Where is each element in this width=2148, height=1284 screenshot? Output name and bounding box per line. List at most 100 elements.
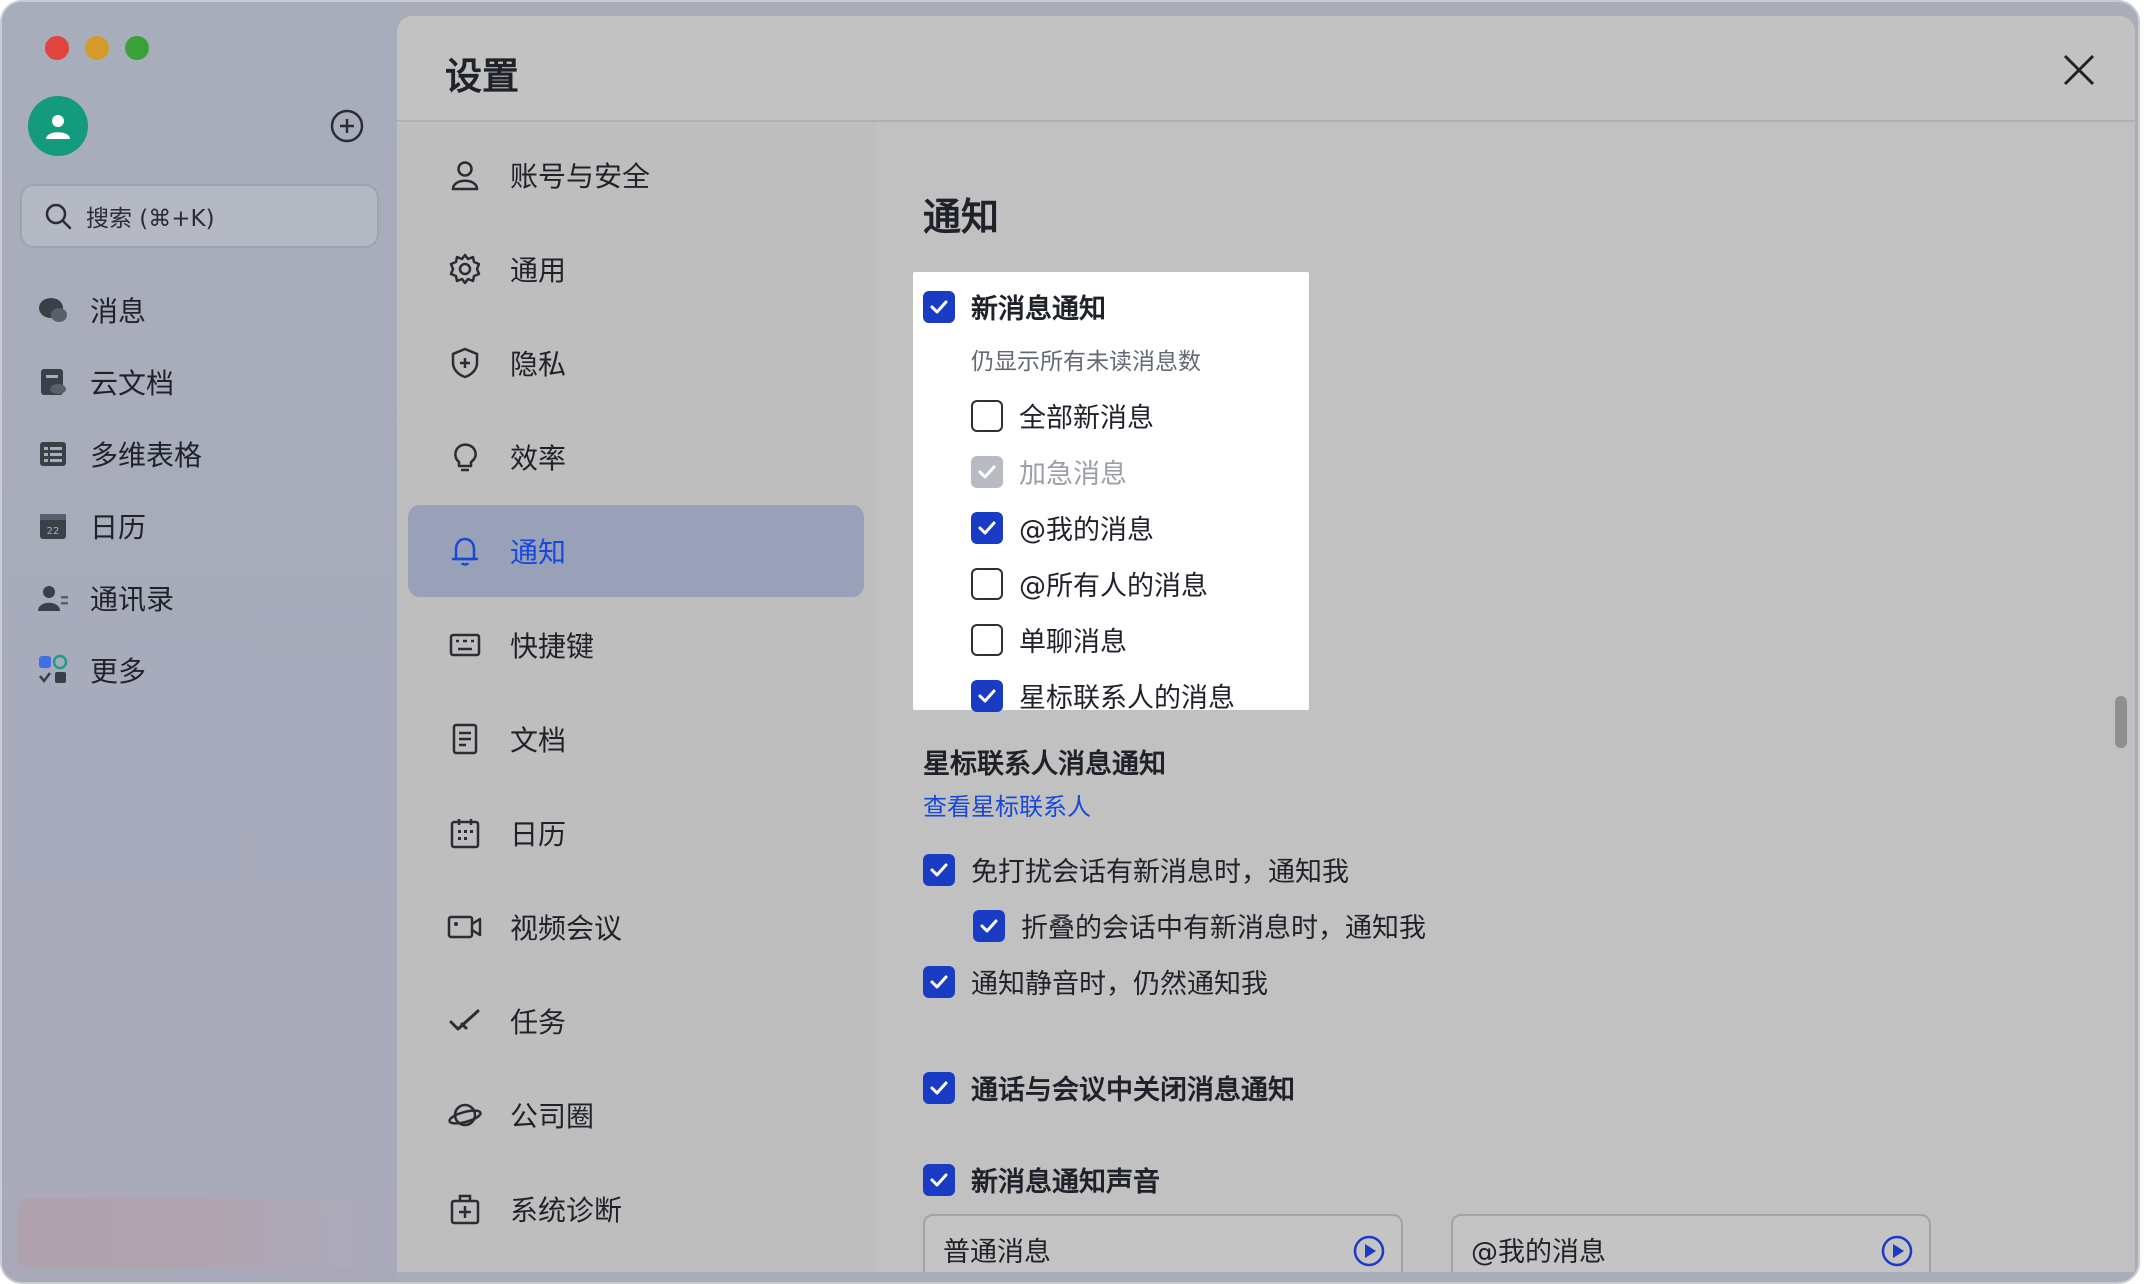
checkmark-icon <box>980 919 998 932</box>
checkbox-label: @所有人的消息 <box>1019 571 1208 602</box>
app-window: 搜索 (⌘+K) 消息 云文档 多维表格 22 日历 通讯录 更多 设置 账号与… <box>0 0 2140 1284</box>
sidebar-item-contacts[interactable]: 通讯录 <box>36 562 202 634</box>
notification-settings: 通知 新消息通知 仍显示所有未读消息数 全部新消息 加急消息 @我的消息 @所有… <box>875 124 2135 1272</box>
nav-item-diagnostics[interactable]: 系统诊断 <box>408 1163 864 1255</box>
checkbox-label: 新消息通知声音 <box>971 1167 1160 1198</box>
checkbox[interactable] <box>971 679 1003 712</box>
lightbulb-icon <box>446 438 484 476</box>
checkbox <box>971 455 1003 488</box>
checkbox[interactable] <box>923 965 955 998</box>
folded-notify-checkbox[interactable]: 折叠的会话中有新消息时，通知我 <box>973 906 1426 945</box>
nav-label: 快捷键 <box>510 630 595 663</box>
avatar[interactable] <box>28 96 88 156</box>
new-message-notify-checkbox[interactable]: 新消息通知 <box>923 287 1106 326</box>
checkbox[interactable] <box>971 567 1003 600</box>
cloud-doc-icon <box>36 365 70 399</box>
nav-label: 视频会议 <box>510 912 623 945</box>
nav-item-general[interactable]: 通用 <box>408 223 864 315</box>
calendar-icon <box>446 814 484 852</box>
nav-label: 通用 <box>510 254 567 287</box>
nav-label: 公司圈 <box>510 1100 595 1133</box>
nav-item-privacy[interactable]: 隐私 <box>408 317 864 409</box>
checkmark-icon <box>978 689 996 702</box>
search-icon <box>45 203 72 230</box>
gear-icon <box>446 250 484 288</box>
close-window-button[interactable] <box>45 36 69 60</box>
play-icon[interactable] <box>1353 1235 1385 1267</box>
view-starred-link[interactable]: 查看星标联系人 <box>923 787 1091 822</box>
close-icon <box>2063 54 2095 86</box>
checkmark-icon <box>930 1173 948 1186</box>
diagnose-icon <box>446 1190 484 1228</box>
nav-label: 任务 <box>510 1006 567 1039</box>
checkbox[interactable] <box>923 290 955 323</box>
dnd-notify-checkbox[interactable]: 免打扰会话有新消息时，通知我 <box>923 850 1349 889</box>
checkbox-label: 新消息通知 <box>971 294 1106 325</box>
nav-label: 隐私 <box>510 348 567 381</box>
checkmark-icon <box>978 465 996 478</box>
checkbox[interactable] <box>971 511 1003 544</box>
nav-item-account[interactable]: 账号与安全 <box>408 129 864 221</box>
plus-circle-icon <box>330 109 364 143</box>
sidebar-item-label: 云文档 <box>90 367 175 400</box>
meeting-mute-checkbox[interactable]: 通话与会议中关闭消息通知 <box>923 1068 1295 1107</box>
nav-item-notifications[interactable]: 通知 <box>408 505 864 597</box>
more-apps-icon <box>36 653 70 687</box>
checkmark-icon <box>930 300 948 313</box>
nav-item-video-meeting[interactable]: 视频会议 <box>408 881 864 973</box>
play-icon[interactable] <box>1881 1235 1913 1267</box>
sidebar-item-label: 多维表格 <box>90 439 203 472</box>
sidebar-item-messages[interactable]: 消息 <box>36 274 202 346</box>
base-table-icon <box>36 437 70 471</box>
maximize-window-button[interactable] <box>125 36 149 60</box>
checkmark-icon <box>930 863 948 876</box>
sidebar-item-base[interactable]: 多维表格 <box>36 418 202 490</box>
checkbox-label: 星标联系人的消息 <box>1019 683 1235 714</box>
nav-item-docs[interactable]: 文档 <box>408 693 864 785</box>
option-mentions[interactable]: @我的消息 <box>971 508 1154 547</box>
nav-item-tasks[interactable]: 任务 <box>408 975 864 1067</box>
muted-notify-checkbox[interactable]: 通知静音时，仍然通知我 <box>923 962 1268 1001</box>
nav-label: 账号与安全 <box>510 160 651 193</box>
mention-message-sound[interactable]: @我的消息 <box>1451 1214 1931 1272</box>
nav-label: 通知 <box>510 536 567 569</box>
nav-item-shortcuts[interactable]: 快捷键 <box>408 599 864 691</box>
sidebar-item-more[interactable]: 更多 <box>36 634 202 706</box>
sidebar-item-label: 日历 <box>90 511 147 544</box>
settings-dialog: 设置 账号与安全 通用 隐私 效率 通知 快捷键 文档 日历 视频会议 任务 公… <box>397 16 2135 1272</box>
nav-item-moments[interactable]: 公司圈 <box>408 1069 864 1161</box>
scrollbar[interactable] <box>2115 696 2127 748</box>
normal-message-sound[interactable]: 普通消息 <box>923 1214 1403 1272</box>
sidebar-item-label: 消息 <box>90 295 147 328</box>
option-mention-all[interactable]: @所有人的消息 <box>971 564 1208 603</box>
sidebar-item-cloud-docs[interactable]: 云文档 <box>36 346 202 418</box>
checkbox-label: 通知静音时，仍然通知我 <box>971 969 1268 1000</box>
close-button[interactable] <box>2059 50 2099 90</box>
option-starred-contacts[interactable]: 星标联系人的消息 <box>971 676 1235 715</box>
nav-label: 日历 <box>510 818 567 851</box>
task-icon <box>446 1002 484 1040</box>
checkbox[interactable] <box>973 909 1005 942</box>
unread-hint: 仍显示所有未读消息数 <box>971 349 1201 375</box>
checkbox[interactable] <box>971 399 1003 432</box>
add-button[interactable] <box>329 108 365 144</box>
sidebar-item-calendar[interactable]: 22 日历 <box>36 490 202 562</box>
nav-item-calendar[interactable]: 日历 <box>408 787 864 879</box>
sound-label: 普通消息 <box>943 1236 1051 1268</box>
checkmark-icon <box>930 975 948 988</box>
app-nav: 消息 云文档 多维表格 22 日历 通讯录 更多 <box>36 274 202 706</box>
sidebar-item-label: 更多 <box>90 655 147 688</box>
nav-item-efficiency[interactable]: 效率 <box>408 411 864 503</box>
starred-section-title: 星标联系人消息通知 <box>923 749 1166 780</box>
checkbox[interactable] <box>923 853 955 886</box>
minimize-window-button[interactable] <box>85 36 109 60</box>
option-urgent-messages: 加急消息 <box>971 452 1127 491</box>
checkbox[interactable] <box>971 623 1003 656</box>
sidebar-banner <box>18 1198 358 1268</box>
option-all-messages[interactable]: 全部新消息 <box>971 396 1154 435</box>
search-input[interactable]: 搜索 (⌘+K) <box>20 184 379 248</box>
option-direct-messages[interactable]: 单聊消息 <box>971 620 1127 659</box>
checkbox[interactable] <box>923 1163 955 1196</box>
checkbox[interactable] <box>923 1071 955 1104</box>
notify-sound-checkbox[interactable]: 新消息通知声音 <box>923 1160 1160 1199</box>
